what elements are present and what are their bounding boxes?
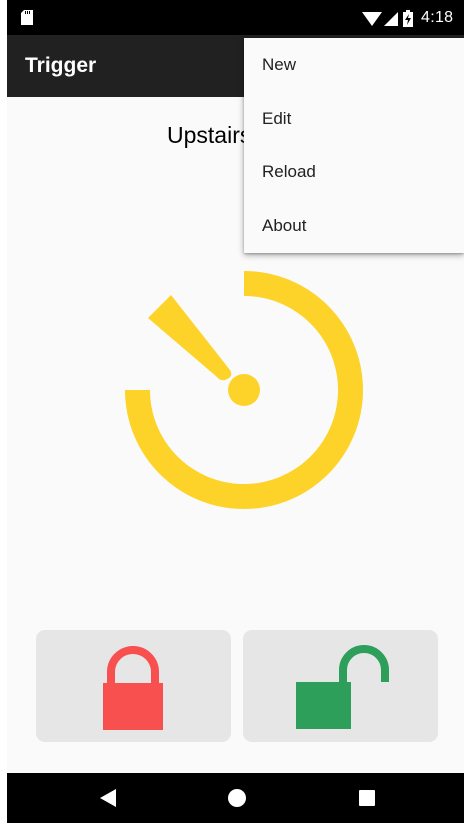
navigation-bar <box>7 773 464 823</box>
menu-item-new[interactable]: New <box>244 38 464 92</box>
menu-item-edit[interactable]: Edit <box>244 92 464 146</box>
status-clock: 4:18 <box>421 9 454 26</box>
wifi-icon <box>362 12 382 26</box>
screen: 4:18 Trigger Upstairs New Edit Reload Ab… <box>7 0 464 823</box>
back-icon[interactable] <box>100 789 116 807</box>
lock-button[interactable] <box>36 630 231 742</box>
sd-card-icon <box>21 10 33 25</box>
battery-charging-icon <box>403 10 413 27</box>
trigger-name: Upstairs <box>167 122 252 148</box>
menu-item-reload[interactable]: Reload <box>244 145 464 199</box>
overflow-menu: New Edit Reload About <box>244 38 464 253</box>
timer-icon[interactable] <box>115 266 365 516</box>
menu-item-about[interactable]: About <box>244 199 464 253</box>
unlocked-padlock-icon <box>296 645 389 729</box>
home-icon[interactable] <box>228 789 246 807</box>
recents-icon[interactable] <box>359 790 375 806</box>
app-title: Trigger <box>25 54 97 77</box>
locked-padlock-icon <box>103 646 163 730</box>
unlock-button[interactable] <box>243 630 438 742</box>
signal-icon <box>384 12 398 26</box>
status-bar: 4:18 <box>7 0 464 35</box>
